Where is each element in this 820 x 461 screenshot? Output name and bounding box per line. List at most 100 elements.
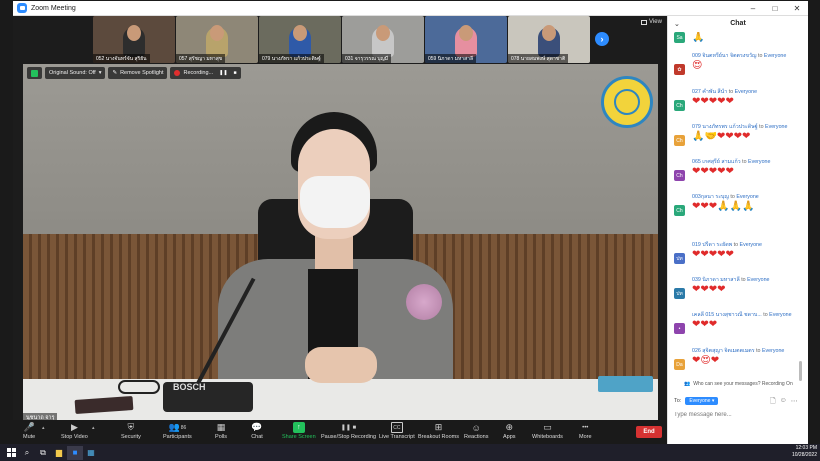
- end-meeting-button[interactable]: End: [636, 426, 662, 438]
- participant-name: 079 นางภัทรา แก้วประดิษฐ์: [259, 54, 324, 63]
- breakout-rooms-icon: ⊞: [434, 422, 443, 432]
- chat-sender[interactable]: เคลลี 015 นางสุชาวณี ชดาบ...: [692, 312, 762, 318]
- share-screen-button[interactable]: ↑ Share Screen: [282, 422, 316, 440]
- windows-taskbar: ⌕ ⧉ ▆ ■ ▦ 12:03 PM 10/28/2022: [0, 444, 820, 461]
- polls-button[interactable]: ▦ Polls: [215, 422, 227, 440]
- chat-sender[interactable]: 003กุลนา ระบุญ: [692, 194, 729, 200]
- video-options-chevron[interactable]: ▴: [92, 425, 95, 431]
- mute-options-chevron[interactable]: ▴: [42, 425, 45, 431]
- breakout-rooms-button[interactable]: ⊞ Breakout Rooms: [418, 422, 459, 440]
- chat-recipient: Everyone: [765, 124, 788, 130]
- app-taskbar-icon[interactable]: ▦: [83, 446, 99, 460]
- chevron-down-icon[interactable]: ⌄: [674, 20, 680, 28]
- emoji-icon[interactable]: ☺: [780, 397, 787, 408]
- original-sound-button[interactable]: Original Sound: Off ▾: [45, 67, 106, 79]
- maximize-button[interactable]: □: [764, 1, 786, 16]
- chat-message-text: ❤😍❤: [692, 355, 720, 366]
- shield-icon: [31, 69, 38, 77]
- apps-button[interactable]: ⊕ Apps: [503, 422, 516, 440]
- chat-sender[interactable]: 039 นิภาดา มหาสาลี: [692, 277, 740, 283]
- file-explorer-icon[interactable]: ▆: [51, 446, 67, 460]
- live-transcript-button[interactable]: CC Live Transcript: [379, 422, 415, 440]
- participant-name: 059 นิภาดา มหาสาลี: [425, 54, 477, 63]
- recording-indicator[interactable]: Recording... ❚❚ ■: [170, 67, 241, 79]
- chat-sender[interactable]: 027 คำพัน สีนำ: [692, 89, 727, 95]
- avatar: Ch: [674, 100, 685, 111]
- participant-tile[interactable]: 078 นายสมพงษ์ สุดาชาติ: [508, 16, 590, 63]
- task-view-icon[interactable]: ⧉: [35, 446, 51, 460]
- participant-tile[interactable]: 079 นางภัทรา แก้วประดิษฐ์: [259, 16, 341, 63]
- chat-recipient: Everyone: [734, 89, 758, 95]
- avatar: •: [674, 323, 685, 334]
- who-can-see-label: Who can see your messages? Recording On: [693, 381, 793, 387]
- security-label: Security: [121, 434, 141, 440]
- avatar: ✿: [674, 64, 685, 75]
- original-sound-toggle[interactable]: [27, 67, 42, 79]
- close-button[interactable]: ✕: [786, 1, 808, 16]
- chat-message-text: ❤❤❤❤❤: [692, 249, 734, 260]
- who-can-see-link[interactable]: 👥 Who can see your messages? Recording O…: [668, 381, 809, 387]
- chat-message-list[interactable]: Sa 🙏 ✿ 009 จินตหรีย์นา จิตตรงขวัญ to Everyo…: [668, 32, 809, 387]
- security-button[interactable]: ⛨ Security: [121, 422, 141, 440]
- recording-label: Recording...: [183, 70, 214, 76]
- video-camera-icon: ▶: [70, 422, 78, 432]
- more-button[interactable]: ••• More: [579, 422, 592, 441]
- chevron-right-icon[interactable]: ›: [595, 32, 609, 46]
- remove-spotlight-label: Remove Spotlight: [120, 70, 164, 76]
- record-icon: [174, 70, 181, 76]
- windows-start-icon[interactable]: [3, 446, 19, 460]
- seal-inner-ring: [614, 89, 640, 115]
- participant-tile[interactable]: 031 จารุวรรณ บุญมี: [342, 16, 424, 63]
- chat-scrollbar[interactable]: [799, 361, 802, 381]
- avatar: Ch: [674, 170, 685, 181]
- recipient-label: Everyone: [689, 398, 711, 404]
- meeting-toolbar: 🎤 Mute ▴ ▶ Stop Video ▴ ⛨ Security 👥 86 P…: [13, 420, 667, 444]
- whiteboards-button[interactable]: ▭ Whiteboards: [532, 422, 563, 440]
- chat-sender[interactable]: 065 เกศสุรีย์ สามแก้ว: [692, 159, 741, 165]
- chat-message-meta: 065 เกศสุรีย์ สามแก้ว to Everyone: [692, 158, 809, 166]
- reactions-icon: ☺: [471, 422, 481, 433]
- participant-tile[interactable]: 052 นางจันทร์จัน สุริยัน: [93, 16, 175, 63]
- stop-video-button[interactable]: ▶ Stop Video: [61, 422, 88, 440]
- more-dots-icon[interactable]: ⋯: [791, 397, 798, 408]
- file-icon[interactable]: 🗋: [770, 397, 776, 408]
- participants-button[interactable]: 👥 86 Participants: [163, 422, 192, 440]
- participant-tile[interactable]: 057 สุรัชญา มหาสุข: [176, 16, 258, 63]
- eyeglasses: [118, 380, 160, 394]
- zoom-app: Zoom Meeting – □ ✕ 052 นางจันทร์จัน สุริ…: [0, 0, 820, 461]
- chat-message-text: ❤❤❤❤: [692, 284, 726, 295]
- remove-spotlight-button[interactable]: ✎ Remove Spotlight: [108, 67, 168, 79]
- chat-sender[interactable]: 079 นางภัทรพร แก้วประดิษฐ์: [692, 124, 758, 130]
- recipient-select[interactable]: Everyone ▾: [685, 397, 719, 405]
- view-button[interactable]: View: [641, 19, 662, 25]
- avatar: ปท: [674, 288, 685, 299]
- chevron-down-icon: ▾: [98, 70, 102, 76]
- chat-message-text: 🙏: [692, 32, 705, 43]
- search-icon[interactable]: ⌕: [19, 446, 35, 460]
- pause-recording-icon[interactable]: ❚❚: [219, 70, 227, 76]
- minimize-button[interactable]: –: [742, 1, 764, 16]
- original-sound-label: Original Sound: Off: [49, 70, 96, 76]
- chat-sender[interactable]: 026 สุจิตสุญา จิตเมตตเมตร: [692, 348, 755, 354]
- chat-sender[interactable]: 019 ปรีดา ระยัดพ: [692, 242, 732, 248]
- system-clock[interactable]: 12:03 PM 10/28/2022: [792, 445, 817, 459]
- tile-head: [459, 25, 473, 41]
- participant-tile[interactable]: 059 นิภาดา มหาสาลี: [425, 16, 507, 63]
- pause-stop-recording-label: Pause/Stop Recording: [321, 434, 377, 440]
- chat-message-input[interactable]: [674, 408, 802, 422]
- mute-button[interactable]: 🎤 Mute: [23, 422, 35, 440]
- zoom-taskbar-icon[interactable]: ■: [67, 445, 83, 460]
- chat-button[interactable]: 💬 Chat: [251, 422, 263, 440]
- pause-stop-recording-button[interactable]: ❚❚ ■ Pause/Stop Recording: [321, 422, 376, 440]
- reactions-button[interactable]: ☺ Reactions: [464, 422, 489, 441]
- more-dots-icon: •••: [582, 424, 589, 431]
- participants-icon: 👥 86: [168, 422, 187, 432]
- recording-controls-icon: ❚❚ ■: [340, 425, 357, 431]
- stop-recording-icon[interactable]: ■: [234, 70, 237, 76]
- chat-sender[interactable]: 009 จินตหรีย์นา จิตตรงขวัญ: [692, 53, 757, 59]
- view-label: View: [649, 19, 662, 25]
- reactions-label: Reactions: [464, 434, 489, 440]
- speaker-face-mask: [300, 176, 370, 228]
- chat-message-meta: 003กุลนา ระบุญ to Everyone: [692, 193, 809, 201]
- chat-recipient: Everyone: [748, 159, 771, 165]
